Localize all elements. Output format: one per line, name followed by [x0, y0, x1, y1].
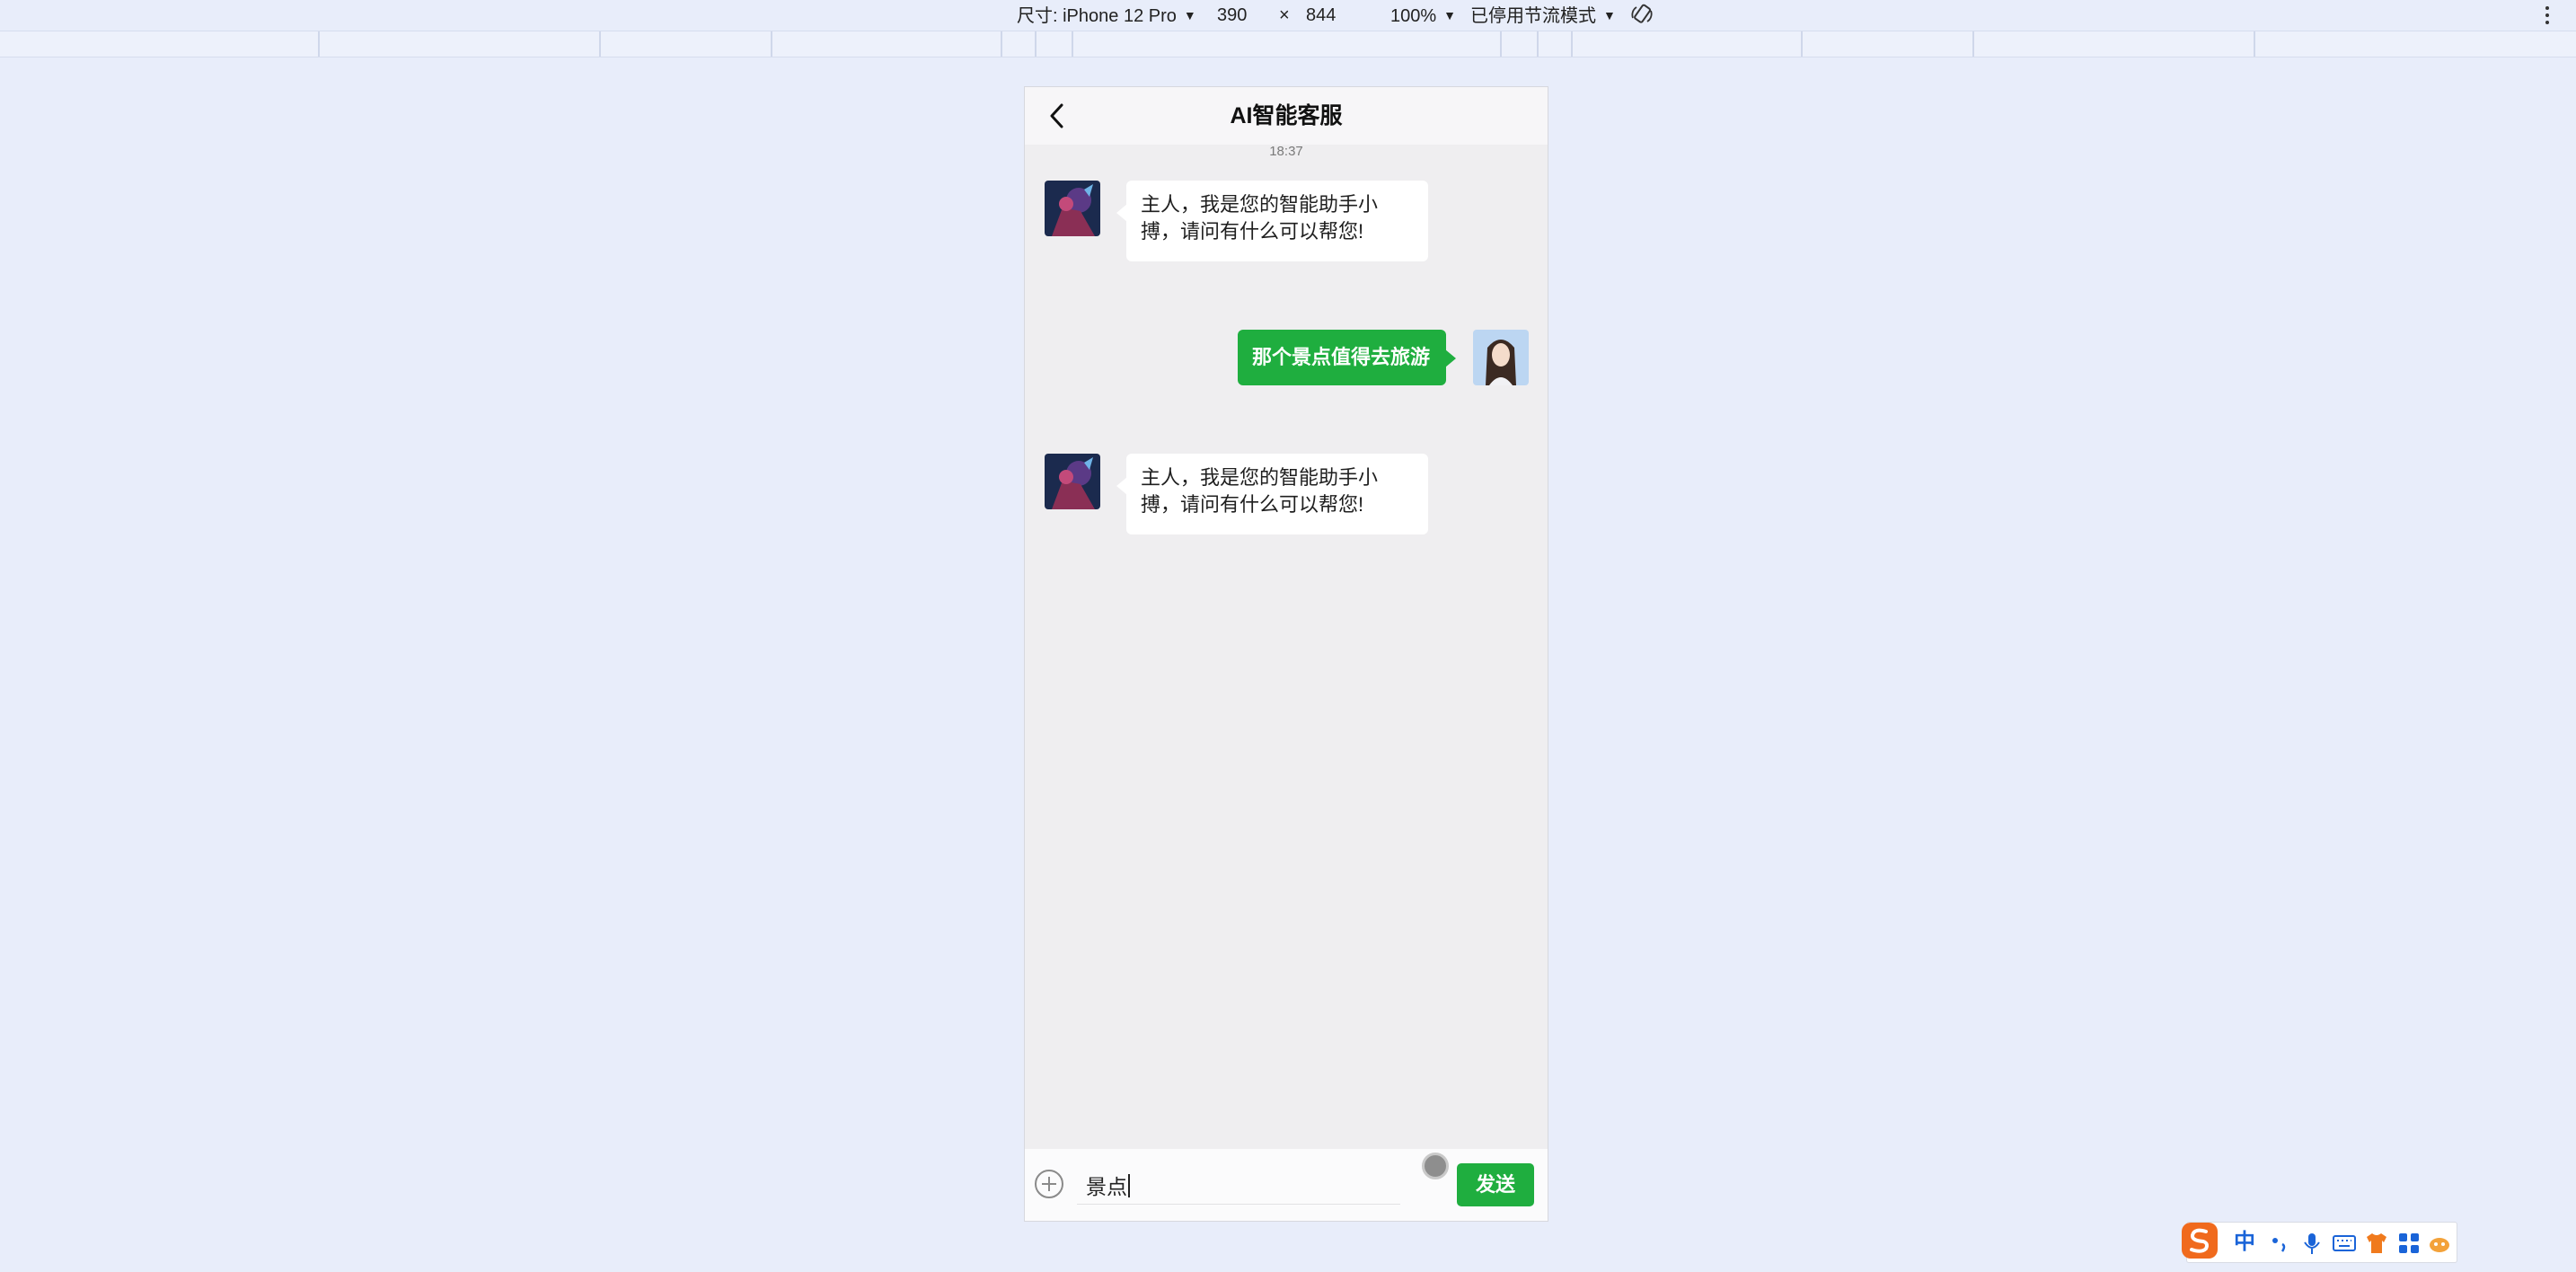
add-attachment-icon[interactable] — [1034, 1169, 1064, 1199]
user-avatar — [1473, 330, 1529, 385]
ime-microphone-icon[interactable] — [2298, 1230, 2325, 1257]
zoom-selector[interactable]: 100% ▼ — [1390, 3, 1456, 29]
ruler-tick[interactable] — [1001, 31, 1002, 57]
rotate-icon[interactable] — [1629, 2, 1654, 27]
more-options-icon[interactable] — [2542, 2, 2553, 29]
ruler-tick[interactable] — [318, 31, 320, 57]
throttle-selector[interactable]: 已停用节流模式 ▼ — [1470, 3, 1616, 29]
width-input[interactable]: 390 — [1217, 3, 1247, 28]
ime-skin-icon[interactable] — [2363, 1230, 2390, 1257]
device-selector[interactable]: 尺寸: iPhone 12 Pro ▼ — [1017, 3, 1196, 29]
chat-header: AI智能客服 — [1025, 87, 1548, 145]
ime-mascot-icon[interactable] — [2426, 1230, 2453, 1257]
bot-avatar — [1045, 454, 1100, 509]
device-label: 尺寸: iPhone 12 Pro — [1017, 6, 1177, 26]
ruler-tick[interactable] — [771, 31, 772, 57]
bot-avatar — [1045, 181, 1100, 236]
ruler-tick[interactable] — [1571, 31, 1573, 57]
chevron-down-icon: ▼ — [1183, 8, 1196, 22]
bot-message-bubble: 主人，我是您的智能助手小搏，请问有什么可以帮您! — [1116, 181, 1428, 261]
phone-viewport: AI智能客服 18:37 主人，我是您的智能助手小搏，请问有什么可以帮您! 那个… — [1024, 86, 1548, 1222]
height-input[interactable]: 844 — [1306, 3, 1336, 28]
ruler-tick[interactable] — [1801, 31, 1803, 57]
zoom-label: 100% — [1390, 6, 1437, 26]
ruler-tick[interactable] — [1035, 31, 1037, 57]
ruler-tick[interactable] — [599, 31, 601, 57]
chevron-down-icon: ▼ — [1443, 8, 1457, 22]
message-input[interactable] — [1077, 1165, 1400, 1205]
text-caret — [1128, 1174, 1130, 1197]
page-title: AI智能客服 — [1230, 103, 1343, 128]
devtools-toolbar: 尺寸: iPhone 12 Pro ▼ 390 × 844 100% ▼ 已停用节流… — [0, 0, 2576, 31]
ime-toolbar: 中 — [2182, 1222, 2457, 1263]
bot-message-bubble: 主人，我是您的智能助手小搏，请问有什么可以帮您! — [1116, 454, 1428, 534]
ime-language-toggle[interactable]: 中 — [2234, 1228, 2255, 1257]
touch-cursor-indicator — [1422, 1153, 1449, 1179]
ruler-tick[interactable] — [1537, 31, 1539, 57]
ime-logo-icon[interactable] — [2180, 1221, 2219, 1260]
user-message-bubble: 那个景点值得去旅游 — [1238, 330, 1456, 385]
ime-keyboard-icon[interactable] — [2331, 1230, 2358, 1257]
throttle-label: 已停用节流模式 — [1470, 6, 1596, 26]
ime-punctuation-icon[interactable] — [2266, 1230, 2293, 1257]
send-button[interactable]: 发送 — [1457, 1163, 1534, 1206]
ruler-tick[interactable] — [2254, 31, 2255, 57]
chevron-down-icon: ▼ — [1603, 8, 1616, 22]
media-query-bar — [0, 31, 2576, 57]
ruler-tick[interactable] — [1972, 31, 1974, 57]
ruler-tick[interactable] — [1072, 31, 1073, 57]
ime-toolbox-icon[interactable] — [2395, 1230, 2422, 1257]
message-input-bar: 发送 — [1025, 1149, 1548, 1221]
times-sign: × — [1279, 5, 1290, 25]
message-timestamp: 18:37 — [1269, 144, 1303, 159]
ruler-tick[interactable] — [1500, 31, 1502, 57]
